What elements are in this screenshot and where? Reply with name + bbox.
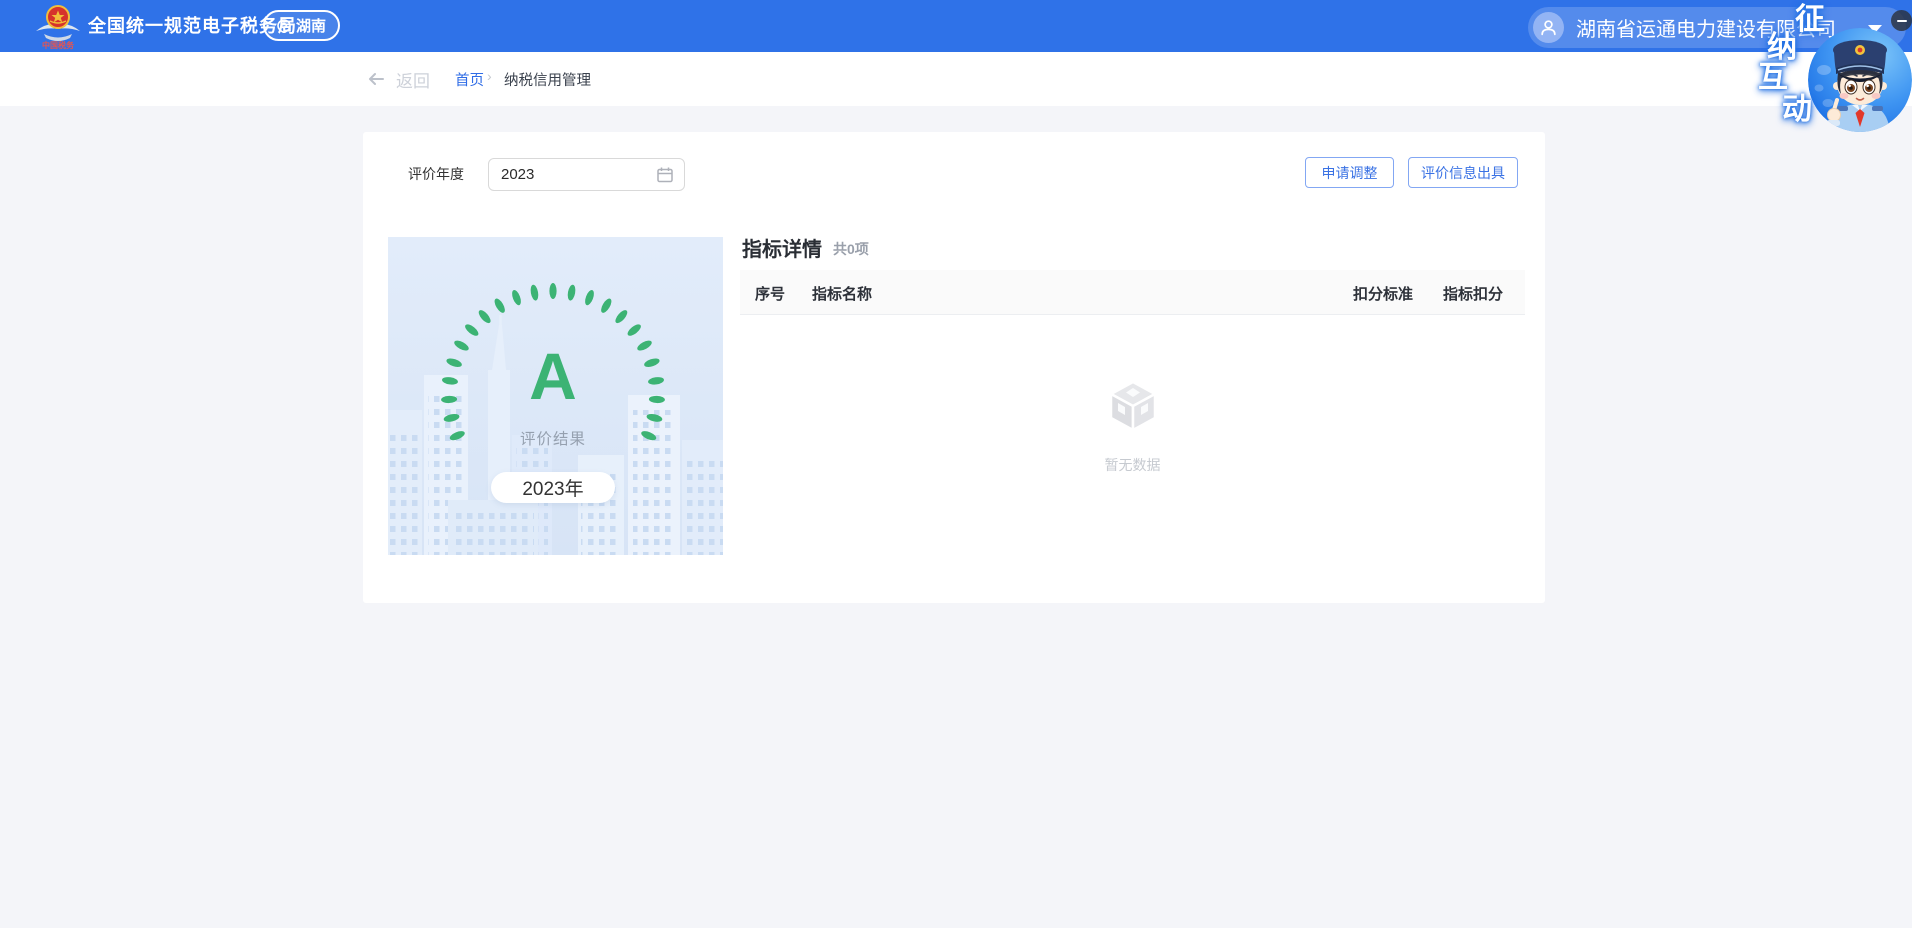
- tax-interaction-assistant[interactable]: 征 纳 互 动: [1750, 0, 1912, 140]
- empty-state-text: 暂无数据: [740, 455, 1525, 475]
- top-header-bar: 中国税务 全国统一规范电子税务局 湖南 湖南省运通电力建设有限公司: [0, 0, 1912, 52]
- column-seq: 序号: [755, 283, 785, 304]
- person-icon: [1539, 18, 1558, 37]
- assistant-char-hu[interactable]: 互: [1758, 63, 1788, 93]
- credit-grade-caption: 评价结果: [388, 427, 718, 449]
- column-deduction-standard: 扣分标准: [1353, 283, 1413, 304]
- back-arrow-icon[interactable]: [366, 69, 386, 89]
- assistant-char-na[interactable]: 纳: [1767, 33, 1797, 63]
- apply-adjustment-button[interactable]: 申请调整: [1305, 157, 1394, 188]
- indicator-count-badge: 共0项: [833, 239, 869, 259]
- minimize-button[interactable]: [1891, 10, 1912, 31]
- evaluation-year-value: 2023: [501, 159, 534, 190]
- calendar-icon[interactable]: [656, 166, 674, 184]
- tax-assistant-mascot[interactable]: [1808, 28, 1912, 132]
- column-indicator-name: 指标名称: [812, 283, 872, 304]
- location-pin-icon: [277, 19, 291, 33]
- breadcrumb: 返回 首页 › 纳税信用管理: [0, 52, 1912, 106]
- back-button-label[interactable]: 返回: [396, 67, 430, 92]
- evaluation-year-label: 评价年度: [408, 158, 464, 191]
- tax-credit-content-card: 评价年度 2023 申请调整 评价信息出具: [363, 132, 1545, 603]
- tax-bureau-logo-icon: 中国税务: [34, 4, 82, 50]
- credit-rating-panel: A 评价结果 2023年: [388, 237, 723, 555]
- region-badge[interactable]: 湖南: [263, 10, 340, 41]
- credit-grade-value: A: [388, 343, 718, 409]
- breadcrumb-current-page: 纳税信用管理: [504, 69, 591, 90]
- region-badge-label: 湖南: [296, 15, 326, 36]
- breadcrumb-home-link[interactable]: 首页: [455, 69, 484, 90]
- user-avatar: [1533, 12, 1564, 43]
- rating-year-pill: 2023年: [491, 472, 615, 503]
- assistant-char-dong[interactable]: 动: [1782, 95, 1812, 125]
- assistant-char-zheng[interactable]: 征: [1795, 5, 1825, 35]
- indicator-details-title: 指标详情: [742, 233, 822, 262]
- svg-text:中国税务: 中国税务: [42, 40, 75, 50]
- issue-evaluation-info-button[interactable]: 评价信息出具: [1408, 157, 1518, 188]
- empty-state: 暂无数据: [740, 332, 1525, 475]
- column-indicator-deduction: 指标扣分: [1443, 283, 1503, 304]
- evaluation-year-input[interactable]: 2023: [488, 158, 685, 191]
- indicator-table-header: 序号 指标名称 扣分标准 指标扣分: [740, 270, 1525, 315]
- empty-box-icon: [1103, 376, 1163, 436]
- breadcrumb-separator: ›: [487, 68, 492, 84]
